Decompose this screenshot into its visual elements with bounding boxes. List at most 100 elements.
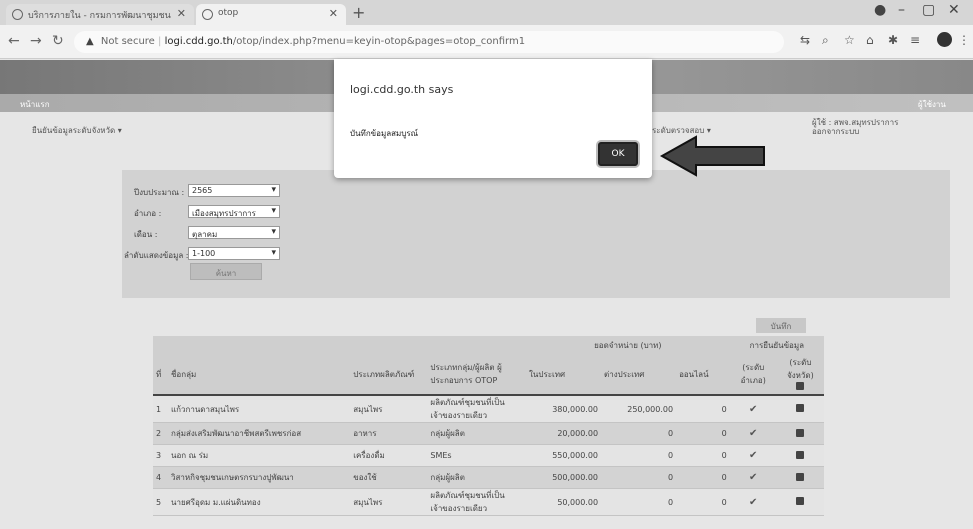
search-button[interactable]: ค้นหา [190,263,262,280]
annotation-arrow-icon [659,135,765,177]
col-name: ชื่อกลุ่ม [168,354,351,395]
tab-label: บริการภายใน - กรมการพัฒนาชุมชน [28,11,171,21]
row-name: นอก ณ ร่ม [168,444,351,467]
row-checkbox[interactable] [796,450,805,459]
row-foreign: 0 [601,444,677,467]
extensions-icon[interactable]: ✱ [888,33,898,47]
reading-list-icon[interactable]: ≡ [910,33,920,47]
row-checkbox[interactable] [796,472,805,481]
user-link[interactable]: ผู้ใช้งาน [918,98,946,111]
col-district-confirm: (ระดับ อำเภอ) [729,354,777,395]
row-checkbox[interactable] [796,404,805,412]
province-confirm-menu[interactable]: ยืนยันข้อมูลระดับจังหวัด ▾ [32,124,122,137]
row-group: ผลิตภัณฑ์ชุมชนที่เป็นเจ้าของรายเดียว [427,395,526,423]
close-icon[interactable]: ✕ [329,7,338,20]
row-name: แก้วกานดาสมุนไพร [168,395,351,423]
row-no: 1 [153,395,168,423]
dialog-message: บันทึกข้อมูลสมบูรณ์ [350,129,419,138]
row-domestic: 500,000.00 [526,466,602,489]
chevron-down-icon: ▾ [271,227,276,237]
back-icon[interactable]: ← [8,33,20,49]
range-value: 1-100 [192,249,216,258]
maximize-icon[interactable]: ▢ [922,2,935,18]
shopping-icon[interactable]: ⌂ [866,33,874,47]
row-domestic: 20,000.00 [526,422,602,445]
ok-button[interactable]: OK [598,142,638,166]
dialog-title: logi.cdd.go.th says [350,83,454,96]
close-window-icon[interactable]: ✕ [948,2,960,18]
col-foreign: ต่างประเทศ [601,354,677,395]
close-icon[interactable]: ✕ [177,7,186,20]
select-all-checkbox[interactable] [796,382,805,390]
district-confirm-cell: ✔ [729,444,777,467]
checkmark-icon: ✔ [749,450,758,461]
district-confirm-cell: ✔ [729,488,777,516]
otop-table: ยอดจำหน่าย (บาท) การยืนยันข้อมูล ที่ ชื่… [153,336,824,516]
url-path: /otop/index.php?menu=keyin-otop&pages=ot… [232,36,526,47]
minimize-icon[interactable]: – [898,2,905,18]
row-checkbox[interactable] [796,428,805,437]
year-value: 2565 [192,186,213,195]
month-label: เดือน : [134,230,158,239]
district-value: เมืองสมุทรปราการ [192,209,256,218]
row-group: SMEs [427,444,526,467]
globe-icon [12,9,23,20]
district-label: อำเภอ : [134,209,162,218]
table-row: 2 กลุ่มส่งเสริมพัฒนาอาชีพสตรีเพชรก่อส อา… [153,422,824,445]
chevron-down-icon: ▾ [271,206,276,216]
row-name: กลุ่มส่งเสริมพัฒนาอาชีพสตรีเพชรก่อส [168,422,351,445]
col-online: ออนไลน์ [676,354,730,395]
row-online: 0 [676,422,730,445]
row-group: กลุ่มผู้ผลิต [427,422,526,445]
tab-label: otop [218,8,239,18]
address-bar[interactable]: ▲ Not secure | logi.cdd.go.th/otop/index… [74,31,784,53]
not-secure-label: Not secure [100,36,155,47]
col-group: ประเภทกลุ่ม/ผู้ผลิต ผู้ประกอบการ OTOP [427,354,526,395]
reload-icon[interactable]: ↻ [52,33,64,49]
range-select[interactable]: 1-100 ▾ [188,247,280,260]
row-type: อาหาร [350,422,428,445]
checkmark-icon: ✔ [749,496,758,508]
save-button[interactable]: บันทึก [756,318,806,333]
forward-icon[interactable]: → [30,33,42,49]
row-domestic: 550,000.00 [526,444,602,467]
row-foreign: 0 [601,466,677,489]
district-confirm-cell: ✔ [729,395,777,423]
chevron-down-icon: ▾ [271,185,276,195]
chevron-down-icon: ▾ [271,248,276,258]
tab-otop[interactable]: otop ✕ [196,4,346,25]
bookmark-star-icon[interactable]: ☆ [844,33,855,47]
row-type: ของใช้ [350,466,428,489]
table-row: 5 นายศรีอุดม ม.แผ่นดินทอง สมุนไพร ผลิตภั… [153,488,824,516]
browser-window: { "browser": { "tabs": [ {"label": "บริก… [0,0,973,529]
province-confirm-cell [776,395,824,423]
row-checkbox[interactable] [796,497,805,505]
province-confirm-cell [776,444,824,467]
row-online: 0 [676,395,730,423]
district-select[interactable]: เมืองสมุทรปราการ ▾ [188,205,280,218]
year-select[interactable]: 2565 ▾ [188,184,280,197]
menu-icon[interactable]: ⋮ [958,33,970,47]
month-select[interactable]: ตุลาคม ▾ [188,226,280,239]
table-row: 3 นอก ณ ร่ม เครื่องดื่ม SMEs 550,000.00 … [153,444,824,467]
district-confirm-cell: ✔ [729,422,777,445]
zoom-icon[interactable]: ⌕ [822,33,829,48]
row-group: ผลิตภัณฑ์ชุมชนที่เป็นเจ้าของรายเดียว [427,488,526,516]
home-link[interactable]: หน้าแรก [20,98,50,111]
row-group: กลุ่มผู้ผลิต [427,466,526,489]
logout-link[interactable]: ออกจากระบบ [812,125,859,138]
row-foreign: 0 [601,488,677,516]
account-icon[interactable]: ● [874,2,886,18]
new-tab-icon[interactable]: + [352,3,365,22]
row-online: 0 [676,488,730,516]
tab-internal-services[interactable]: บริการภายใน - กรมการพัฒนาชุมชน ✕ [6,4,194,25]
province-confirm-cell [776,422,824,445]
row-online: 0 [676,466,730,489]
profile-avatar[interactable] [937,32,952,47]
warning-icon: ▲ [86,36,94,47]
translate-icon[interactable]: ⇆ [800,33,810,47]
row-domestic: 380,000.00 [526,395,602,423]
table-row: 4 วิสาหกิจชุมชนเกษตรกรบางปูพัฒนา ของใช้ … [153,466,824,489]
checkmark-icon: ✔ [749,472,758,483]
row-type: สมุนไพร [350,488,428,516]
